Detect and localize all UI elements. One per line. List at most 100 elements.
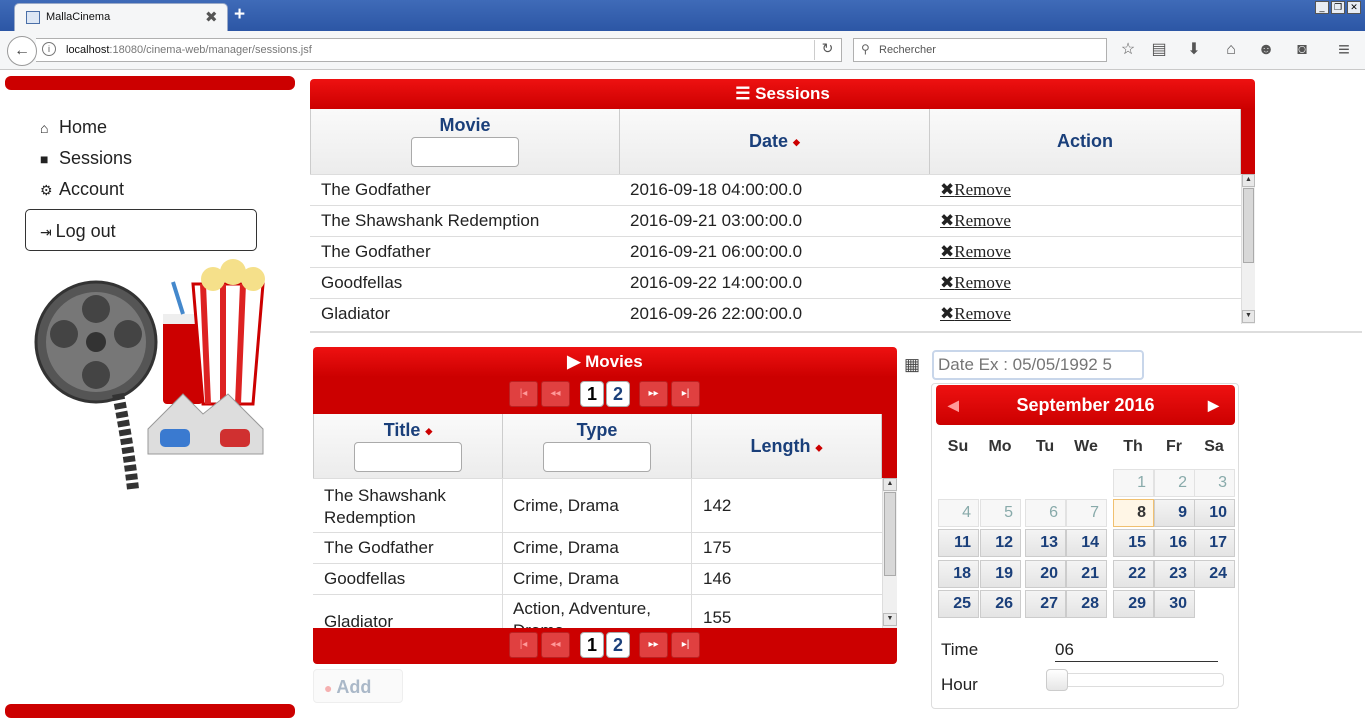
sidebar-item-account[interactable]: ⚙ Account xyxy=(40,179,124,200)
prev-page-button[interactable]: ◂◂ xyxy=(541,632,570,658)
movies-paginator-top: |◂ ◂◂ 1 2 ▸▸ ▸| xyxy=(313,377,897,414)
remove-link[interactable]: ✖Remove xyxy=(940,211,1011,231)
page-2-button[interactable]: 2 xyxy=(606,381,630,407)
sort-icon: ◆ xyxy=(793,136,800,147)
col-header-title[interactable]: Title ◆ xyxy=(313,414,503,478)
calendar-day[interactable]: 23 xyxy=(1154,560,1195,588)
site-info-icon[interactable]: i xyxy=(42,42,56,56)
calendar-day[interactable]: 24 xyxy=(1194,560,1235,588)
calendar-day[interactable]: 17 xyxy=(1194,529,1235,557)
last-page-button[interactable]: ▸| xyxy=(671,632,700,658)
calendar-day[interactable]: 11 xyxy=(938,529,979,557)
sidebar-top-bar xyxy=(5,76,295,90)
sidebar-item-sessions[interactable]: ■ Sessions xyxy=(40,148,132,169)
restore-icon[interactable]: ❐ xyxy=(1331,1,1345,14)
calendar-day[interactable]: 21 xyxy=(1066,560,1107,588)
page-1-button[interactable]: 1 xyxy=(580,381,604,407)
calendar-day[interactable]: 26 xyxy=(980,590,1021,618)
calendar-day[interactable]: 12 xyxy=(980,529,1021,557)
calendar-day[interactable]: 27 xyxy=(1025,590,1066,618)
hour-slider[interactable] xyxy=(1046,669,1224,691)
back-button[interactable]: ← xyxy=(7,36,37,66)
calendar-day[interactable]: 15 xyxy=(1113,529,1154,557)
search-placeholder: Rechercher xyxy=(879,44,936,56)
tab-title: MallaCinema xyxy=(46,11,111,23)
col-header-date[interactable]: Date ◆ xyxy=(620,109,930,174)
download-icon[interactable]: ⬇ xyxy=(1184,40,1204,60)
calendar-day[interactable]: 28 xyxy=(1066,590,1107,618)
calendar-day: 3 xyxy=(1194,469,1235,497)
weekday-header: Tu xyxy=(1035,438,1055,455)
reading-list-icon[interactable]: ▤ xyxy=(1149,40,1169,60)
pocket-icon[interactable]: ◙ xyxy=(1292,40,1312,60)
remove-link[interactable]: ✖Remove xyxy=(940,304,1011,324)
sessions-scrollbar[interactable]: ▲ ▼ xyxy=(1241,174,1255,324)
calendar-day: 4 xyxy=(938,499,979,527)
next-page-button[interactable]: ▸▸ xyxy=(639,381,668,407)
calendar-day[interactable]: 22 xyxy=(1113,560,1154,588)
new-tab-button[interactable]: + xyxy=(234,4,245,26)
calendar-day[interactable]: 8 xyxy=(1113,499,1154,527)
close-window-icon[interactable]: ✕ xyxy=(1347,1,1361,14)
browser-tab[interactable]: MallaCinema ✖ xyxy=(14,3,228,31)
calendar-day[interactable]: 10 xyxy=(1194,499,1235,527)
next-page-button[interactable]: ▸▸ xyxy=(639,632,668,658)
remove-link[interactable]: ✖Remove xyxy=(940,242,1011,262)
movie-filter-input[interactable] xyxy=(411,137,519,167)
logout-button[interactable]: ⇥ Log out xyxy=(25,209,257,251)
calendar-day[interactable]: 16 xyxy=(1154,529,1195,557)
table-row: Gladiator 2016-09-26 22:00:00.0 ✖Remove xyxy=(310,298,1241,326)
calendar-icon[interactable]: ▦ xyxy=(904,355,920,375)
sidebar-item-home[interactable]: ⌂ Home xyxy=(40,117,107,138)
search-icon: ⚲ xyxy=(861,42,870,56)
calendar-day[interactable]: 19 xyxy=(980,560,1021,588)
cinema-illustration xyxy=(34,259,265,490)
calendar-day[interactable]: 30 xyxy=(1154,590,1195,618)
reload-icon[interactable]: ↻ xyxy=(814,40,840,60)
calendar-day[interactable]: 14 xyxy=(1066,529,1107,557)
calendar-day[interactable]: 9 xyxy=(1154,499,1195,527)
first-page-button[interactable]: |◂ xyxy=(509,632,538,658)
browser-search-input[interactable]: ⚲ Rechercher xyxy=(853,38,1107,62)
calendar-day: 6 xyxy=(1025,499,1066,527)
add-button[interactable]: ● Add xyxy=(313,669,403,703)
remove-icon: ✖ xyxy=(940,180,955,199)
home-browser-icon[interactable]: ⌂ xyxy=(1221,40,1241,60)
sort-icon: ◆ xyxy=(815,442,823,453)
calendar-day[interactable]: 29 xyxy=(1113,590,1154,618)
scroll-down-icon: ▼ xyxy=(883,613,897,626)
weekday-header: Sa xyxy=(1204,438,1224,455)
remove-icon: ✖ xyxy=(940,273,955,292)
hour-label: Hour xyxy=(941,675,978,694)
calendar-day[interactable]: 20 xyxy=(1025,560,1066,588)
type-filter-input[interactable] xyxy=(543,442,651,472)
address-bar[interactable]: i localhost:18080/cinema-web/manager/ses… xyxy=(36,38,842,62)
first-page-button[interactable]: |◂ xyxy=(509,381,538,407)
page-1-button[interactable]: 1 xyxy=(580,632,604,658)
movies-scrollbar[interactable]: ▲ ▼ xyxy=(882,478,897,628)
page-2-button[interactable]: 2 xyxy=(606,632,630,658)
minimize-icon[interactable]: _ xyxy=(1315,1,1329,14)
table-row: The Godfather 2016-09-21 06:00:00.0 ✖Rem… xyxy=(310,236,1241,267)
home-icon: ⌂ xyxy=(40,120,49,136)
prev-page-button[interactable]: ◂◂ xyxy=(541,381,570,407)
col-header-action: Action xyxy=(930,109,1241,174)
remove-link[interactable]: ✖Remove xyxy=(940,273,1011,293)
calendar-day[interactable]: 25 xyxy=(938,590,979,618)
bookmark-star-icon[interactable]: ☆ xyxy=(1118,40,1138,60)
tab-close-icon[interactable]: ✖ xyxy=(205,8,218,26)
next-month-icon[interactable]: ▶ xyxy=(1208,385,1219,425)
col-header-length[interactable]: Length ◆ xyxy=(692,414,882,478)
weekday-header: Su xyxy=(947,438,969,455)
title-filter-input[interactable] xyxy=(354,442,462,472)
date-input[interactable] xyxy=(932,350,1144,380)
time-label: Time xyxy=(941,640,979,659)
hour-slider-handle[interactable] xyxy=(1046,669,1068,691)
remove-link[interactable]: ✖Remove xyxy=(940,180,1011,200)
calendar-day[interactable]: 13 xyxy=(1025,529,1066,557)
prev-month-icon[interactable]: ◀ xyxy=(948,385,959,425)
calendar-day[interactable]: 18 xyxy=(938,560,979,588)
last-page-button[interactable]: ▸| xyxy=(671,381,700,407)
menu-icon[interactable]: ≡ xyxy=(1334,40,1354,60)
chat-icon[interactable]: ☻ xyxy=(1256,40,1276,60)
